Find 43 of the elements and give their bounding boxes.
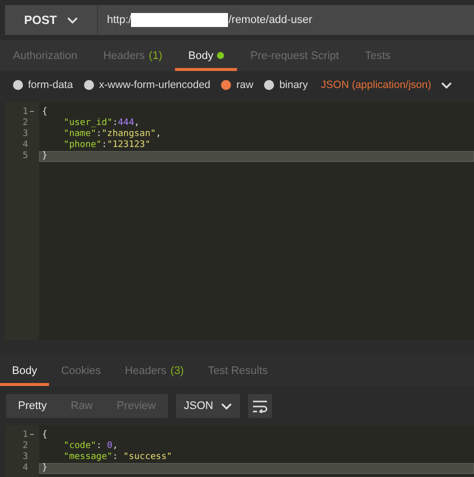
radio-label: raw <box>236 79 254 91</box>
content-type-dropdown[interactable]: JSON (application/json) <box>320 79 452 91</box>
radio-button[interactable] <box>221 80 232 90</box>
radio-button[interactable] <box>264 80 274 90</box>
radio-button[interactable] <box>13 80 23 90</box>
radio-label: x-www-form-urlencoded <box>98 79 210 91</box>
code-line: { <box>41 430 48 441</box>
line-number: 3 <box>22 452 28 463</box>
method-dropdown[interactable]: POST <box>5 5 97 35</box>
url-field[interactable]: http:/ /remote/add-user <box>98 5 474 35</box>
radio-button[interactable] <box>84 80 94 90</box>
wrap-lines-icon <box>252 400 268 412</box>
line-number: 2 <box>22 441 28 452</box>
code-line: { <box>41 107 48 118</box>
tab[interactable]: Tests <box>352 40 404 71</box>
tab[interactable]: Authorization <box>0 40 90 71</box>
line-number: 4 <box>22 140 28 151</box>
line-number: 3 <box>22 129 28 140</box>
radio-label: binary <box>279 79 308 91</box>
format-dropdown[interactable]: JSON <box>176 394 240 418</box>
line-number: 5 <box>22 151 28 162</box>
tab[interactable]: Cookies <box>49 355 113 386</box>
tab[interactable]: Pre-request Script <box>237 40 352 71</box>
code-line: "user_id":444, <box>62 118 141 129</box>
chevron-down-icon <box>66 16 78 24</box>
line-number: 2 <box>22 118 28 129</box>
tab[interactable]: Body <box>175 40 238 71</box>
line-number: 4 <box>22 463 28 474</box>
radio-label: form-data <box>28 79 73 91</box>
code-line: "name":"zhangsan", <box>62 129 162 140</box>
tab[interactable]: Body <box>0 355 50 386</box>
tab[interactable]: Headers (3) <box>112 355 196 386</box>
wrap-lines-button[interactable] <box>248 394 272 418</box>
view-mode-tab[interactable]: Pretty <box>6 394 59 418</box>
line-number: 1 <box>22 107 28 118</box>
code-line: "code": 0, <box>62 441 119 452</box>
chevron-down-icon <box>221 402 232 410</box>
chevron-down-icon <box>441 82 452 88</box>
line-number: 1 <box>22 430 28 441</box>
code-line: "message": "success" <box>62 452 174 463</box>
tab[interactable]: Headers (1) <box>90 40 176 71</box>
tab[interactable]: Test Results <box>196 355 280 386</box>
code-line: "phone":"123123" <box>62 140 152 151</box>
